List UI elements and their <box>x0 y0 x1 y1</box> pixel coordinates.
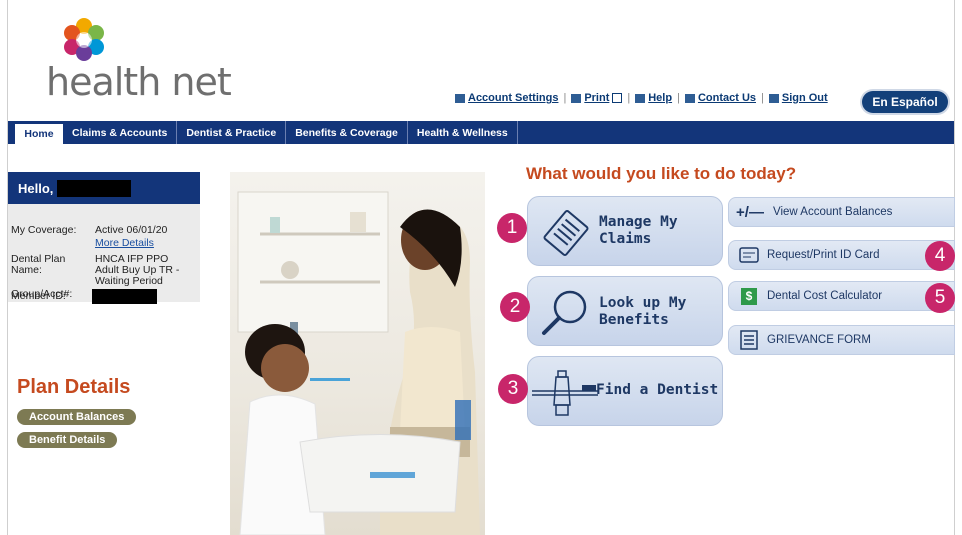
coverage-value: Active 06/01/20 <box>95 224 168 236</box>
document-icon <box>543 210 589 256</box>
contact-us-link[interactable]: Contact Us <box>684 92 756 104</box>
print-link[interactable]: Print <box>571 92 623 104</box>
badge-3: 3 <box>498 374 528 404</box>
badge-2: 2 <box>500 292 530 322</box>
badge-5: 5 <box>925 283 955 313</box>
request-print-id-card-button[interactable]: Request/Print ID Card <box>728 240 955 270</box>
link-label: Sign Out <box>781 92 828 104</box>
family-brushing-photo <box>230 172 485 535</box>
redacted-name <box>57 179 132 197</box>
separator: | <box>761 92 764 104</box>
separator: | <box>627 92 631 104</box>
dental-plan-label-2: Name: <box>11 264 42 276</box>
member-id-label: Member ID: <box>11 290 66 302</box>
arrow-icon <box>571 93 582 103</box>
account-settings-link[interactable]: Account Settings <box>455 92 558 104</box>
plus-minus-icon: +/— <box>736 203 764 221</box>
en-espanol-button[interactable]: En Español <box>862 91 948 113</box>
account-balances-button[interactable]: Account Balances <box>17 409 137 425</box>
benefit-details-button[interactable]: Benefit Details <box>17 432 118 448</box>
tab-health-wellness[interactable]: Health & Wellness <box>408 121 518 144</box>
coverage-label: My Coverage: <box>11 224 77 236</box>
arrow-icon <box>455 93 465 103</box>
arrow-icon <box>635 93 646 103</box>
plan-details-title: Plan Details <box>17 376 131 398</box>
toothpaste-icon <box>532 370 598 416</box>
redacted-member-id <box>92 289 157 304</box>
manage-claims-button[interactable]: Manage My Claims <box>527 196 723 266</box>
health-net-logo[interactable]: health net <box>32 16 232 106</box>
tab-dentist-practice[interactable]: Dentist & Practice <box>177 121 287 144</box>
tab-benefits-coverage[interactable]: Benefits & Coverage <box>286 121 408 144</box>
dental-cost-calculator-label: Dental Cost Calculator <box>767 290 883 302</box>
link-label: Contact Us <box>697 92 756 104</box>
dental-cost-calculator-button[interactable]: $ Dental Cost Calculator <box>728 281 955 311</box>
hello-label: Hello, <box>18 180 54 196</box>
member-info-panel: Hello, My Coverage: Active 06/01/20 More… <box>8 172 200 302</box>
find-dentist-button[interactable]: Find a Dentist <box>527 356 723 426</box>
utility-links: Account Settings | Print | Help | Contac… <box>455 92 828 104</box>
manage-claims-label-2: Claims <box>599 231 652 247</box>
arrow-icon <box>684 93 695 103</box>
external-link-icon <box>612 93 623 103</box>
id-card-icon <box>739 246 759 264</box>
separator: | <box>677 92 680 104</box>
help-link[interactable]: Help <box>635 92 672 104</box>
manage-claims-label-1: Manage My <box>599 214 678 230</box>
grievance-form-label: GRIEVANCE FORM <box>767 334 871 346</box>
sign-out-link[interactable]: Sign Out <box>768 92 828 104</box>
logo-text: health net <box>46 60 232 104</box>
request-print-id-card-label: Request/Print ID Card <box>767 249 880 261</box>
look-up-benefits-button[interactable]: Look up My Benefits <box>527 276 723 346</box>
main-nav: Home Claims & Accounts Dentist & Practic… <box>8 121 954 144</box>
tab-claims-accounts[interactable]: Claims & Accounts <box>63 121 178 144</box>
view-account-balances-label: View Account Balances <box>773 206 893 218</box>
form-icon <box>739 330 759 350</box>
find-dentist-label: Find a Dentist <box>596 382 719 398</box>
look-up-benefits-label-1: Look up My <box>599 295 687 311</box>
hello-bar: Hello, <box>8 172 200 204</box>
logo-flower-icon <box>64 18 104 61</box>
dollar-icon: $ <box>739 287 759 305</box>
photo-illustration <box>237 191 480 535</box>
separator: | <box>563 92 567 104</box>
grievance-form-button[interactable]: GRIEVANCE FORM <box>728 325 955 355</box>
badge-1: 1 <box>497 213 527 243</box>
tab-home[interactable]: Home <box>15 124 63 144</box>
question-heading: What would you like to do today? <box>526 164 797 183</box>
badge-4: 4 <box>925 241 955 271</box>
more-details-link[interactable]: More Details <box>95 238 154 249</box>
link-label: Print <box>584 92 610 104</box>
plan-value-3: Waiting Period <box>95 275 163 287</box>
link-label: Account Settings <box>468 92 559 104</box>
link-label: Help <box>648 92 673 104</box>
magnifier-icon <box>542 290 587 335</box>
arrow-icon <box>768 93 779 103</box>
look-up-benefits-label-2: Benefits <box>599 312 669 328</box>
view-account-balances-button[interactable]: +/— View Account Balances <box>728 197 955 227</box>
